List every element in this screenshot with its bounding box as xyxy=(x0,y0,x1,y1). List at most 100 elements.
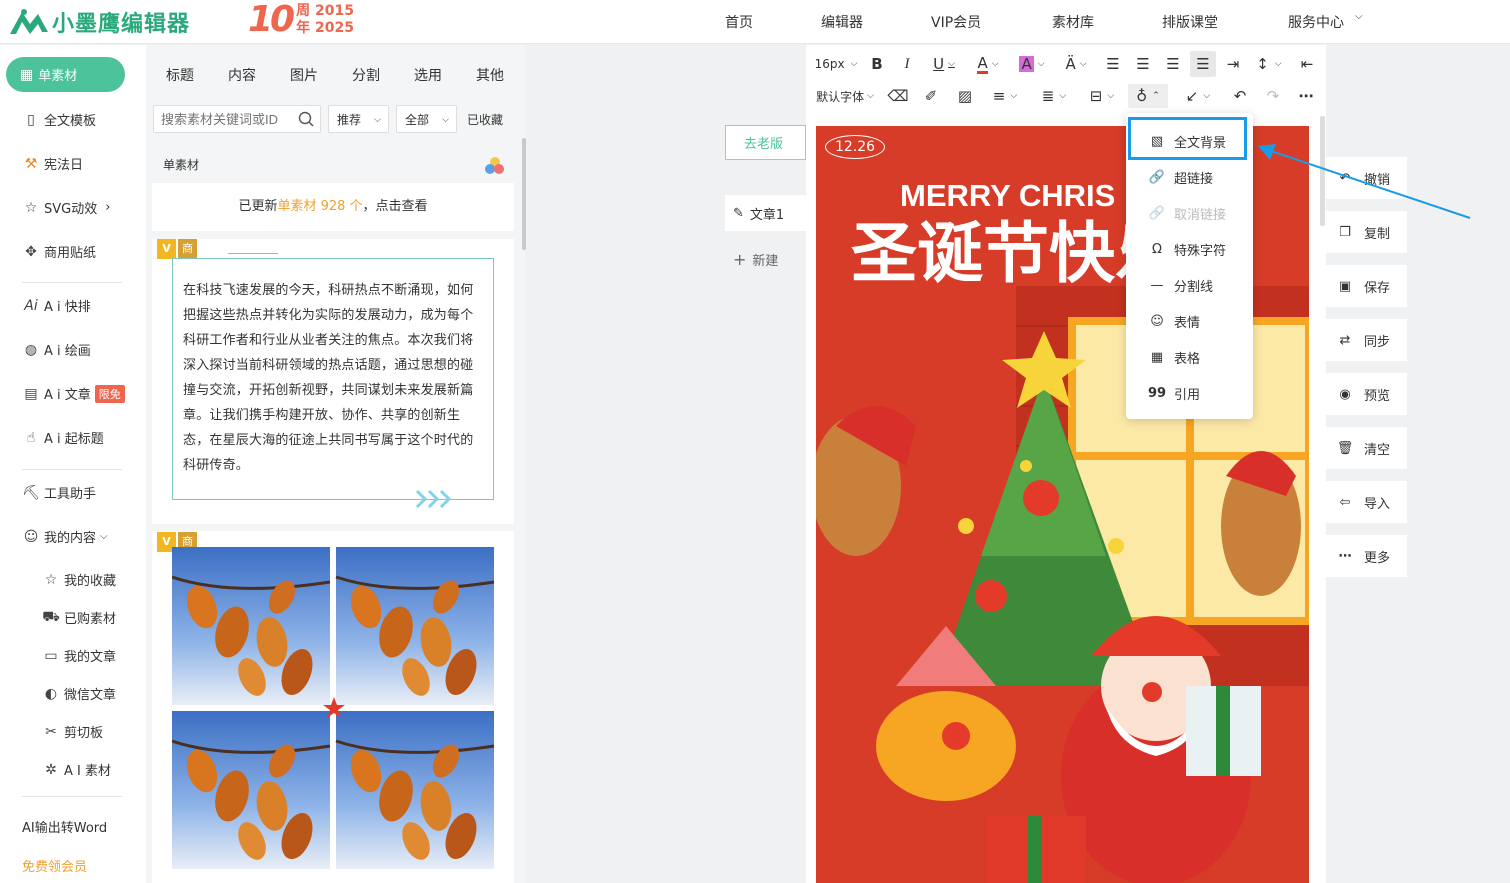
nav-vip[interactable]: VIP会员 xyxy=(931,12,981,32)
search-input[interactable] xyxy=(154,106,294,132)
highlight-color-icon[interactable]: A ⌵ xyxy=(1014,53,1050,75)
chevron-down-icon: ⌵ xyxy=(867,91,874,101)
nav-service[interactable]: 服务中心 xyxy=(1288,12,1344,32)
nav-editor[interactable]: 编辑器 xyxy=(821,12,863,32)
sidebar-item-constitution-day[interactable]: ⚒ 宪法日 xyxy=(22,154,83,174)
ai-to-word-link[interactable]: AI输出转Word xyxy=(22,817,107,836)
plus-icon: + xyxy=(733,249,747,269)
sidebar-item-ai-article[interactable]: ▤ A i 文章 限免 xyxy=(22,384,125,403)
image-icon[interactable]: ▨ xyxy=(954,85,976,107)
sidebar-item-ai-title[interactable]: ☝ A i 起标题 xyxy=(22,428,104,448)
tab-title[interactable]: 标题 xyxy=(166,65,194,85)
save-button[interactable]: ▣ 保存 xyxy=(1326,265,1407,307)
font-color-icon[interactable]: A ⌵ xyxy=(971,53,1005,75)
update-notice[interactable]: 已更新单素材 928 个，点击查看 xyxy=(152,183,514,231)
divider xyxy=(22,796,122,797)
sidebar-item-purchased[interactable]: ⛟ 已购素材 xyxy=(42,608,116,628)
paragraph-spacing-icon[interactable]: ≣ ⌵ xyxy=(1036,85,1072,107)
more-button[interactable]: ⋯ 更多 xyxy=(1326,535,1407,577)
sync-icon: ⇄ xyxy=(1339,332,1351,348)
line-height-icon[interactable]: ↕ ⌵ xyxy=(1252,53,1286,75)
recommend-select[interactable]: 推荐 ⌵ xyxy=(328,105,389,133)
insert-menu-toggle[interactable]: ♁ ⌃ xyxy=(1128,84,1168,108)
tab-other[interactable]: 其他 xyxy=(476,65,504,85)
clear-button[interactable]: 🗑 清空 xyxy=(1326,427,1407,469)
align-left-icon[interactable]: ☰ xyxy=(1102,53,1124,75)
sidebar-item-tools[interactable]: ⛏ 工具助手 xyxy=(22,483,96,503)
sidebar-item-svg-effects[interactable]: ☆ SVG动效 › xyxy=(22,198,111,218)
sample-paragraph: 在科技飞速发展的今天，科研热点不断涌现，如何把握这些热点并转化为实际的发展动力，… xyxy=(183,283,474,473)
material-card-text[interactable]: V 商 在科技飞速发展的今天，科研热点不断涌现，如何把握这些热点并转化为实际的发… xyxy=(152,239,514,524)
sidebar-item-full-template[interactable]: ▯ 全文模板 xyxy=(22,110,96,130)
italic-icon[interactable]: I xyxy=(897,53,917,75)
tab-content[interactable]: 内容 xyxy=(228,65,256,85)
tab-choice[interactable]: 选用 xyxy=(414,65,442,85)
edit-icon: ✎ xyxy=(733,205,744,221)
chevron-down-icon: ⌵ xyxy=(442,115,449,125)
category-select[interactable]: 全部 ⌵ xyxy=(396,105,457,133)
new-doc-button[interactable]: + 新建 xyxy=(725,241,806,277)
border-icon[interactable]: ⊟ ⌵ xyxy=(1084,85,1120,107)
favorites-filter[interactable]: 已收藏 xyxy=(467,111,503,128)
sidebar-item-my-content[interactable]: ☺ 我的内容 ⌵ xyxy=(22,527,108,547)
chevron-down-icon: ⌵ xyxy=(850,59,858,69)
pointer-icon: ☝ xyxy=(26,429,36,446)
free-vip-link[interactable]: 免费领会员 xyxy=(22,856,87,875)
nav-classroom[interactable]: 排版课堂 xyxy=(1162,12,1218,32)
font-size-select[interactable]: 16px ⌵ xyxy=(812,53,860,75)
nav-home[interactable]: 首页 xyxy=(725,12,753,32)
top-bar: 小墨鹰编辑器 10 周 2015 年 2025 首页 编辑器 VIP会员 素材库… xyxy=(0,0,1510,44)
logo[interactable]: 小墨鹰编辑器 xyxy=(8,4,190,40)
tab-divider[interactable]: 分割 xyxy=(352,65,380,85)
sidebar-item-ai-material[interactable]: ✲ A I 素材 xyxy=(42,760,111,780)
chevron-down-icon[interactable]: ⌵ xyxy=(1355,11,1363,22)
sidebar-item-my-articles[interactable]: ▭ 我的文章 xyxy=(42,646,116,666)
eraser-icon[interactable]: ⌫ xyxy=(887,85,909,107)
anniversary-number: 10 xyxy=(248,0,295,40)
sidebar-item-favorites[interactable]: ☆ 我的收藏 xyxy=(42,570,116,590)
sidebar-item-clipboard[interactable]: ✂ 剪切板 xyxy=(42,722,103,742)
sidebar-item-wechat-articles[interactable]: ◐ 微信文章 xyxy=(42,684,116,704)
arrow-icon[interactable]: ↙ ⌵ xyxy=(1180,85,1216,107)
format-brush-icon[interactable]: ✐ xyxy=(920,85,942,107)
undo-icon[interactable]: ↶ xyxy=(1229,85,1251,107)
bold-icon[interactable]: B xyxy=(867,53,887,75)
nav-materials[interactable]: 素材库 xyxy=(1052,12,1094,32)
text-effect-icon[interactable]: Ä ⌵ xyxy=(1059,53,1093,75)
menu-item-unlink[interactable]: 🔗 取消链接 xyxy=(1126,195,1253,231)
anniversary-line-1: 周 2015 xyxy=(296,3,354,19)
menu-item-table[interactable]: ▦ 表格 xyxy=(1126,339,1253,375)
sidebar-item-single-material[interactable]: ▦ 单素材 xyxy=(6,57,125,92)
material-card-image-grid[interactable]: V 商 xyxy=(152,531,514,883)
redo-icon[interactable]: ↷ xyxy=(1262,85,1284,107)
indent-icon[interactable]: ⇥ xyxy=(1222,53,1244,75)
menu-item-special-chars[interactable]: Ω 特殊字符 xyxy=(1126,231,1253,267)
align-center-icon[interactable]: ☰ xyxy=(1132,53,1154,75)
align-right-icon[interactable]: ☰ xyxy=(1162,53,1184,75)
search-icon[interactable] xyxy=(298,111,314,127)
spacing-icon[interactable]: ≡ ⌵ xyxy=(987,85,1023,107)
document-area xyxy=(526,45,806,883)
menu-item-hyperlink[interactable]: 🔗 超链接 xyxy=(1126,159,1253,195)
menu-item-emoji[interactable]: ☺ 表情 xyxy=(1126,303,1253,339)
align-justify-icon[interactable]: ☰ xyxy=(1190,51,1216,77)
import-button[interactable]: ⇦ 导入 xyxy=(1326,481,1407,523)
divider xyxy=(22,469,122,470)
gavel-icon: ⚒ xyxy=(24,155,38,172)
tab-image[interactable]: 图片 xyxy=(290,65,318,85)
preview-button[interactable]: ◉ 预览 xyxy=(1326,373,1407,415)
free-badge: 限免 xyxy=(94,384,125,403)
sidebar-item-ai-layout[interactable]: Ai A i 快排 xyxy=(22,296,91,316)
sidebar-item-ai-draw[interactable]: ◍ A i 绘画 xyxy=(22,340,91,360)
sidebar-item-stickers[interactable]: ✥ 商用贴纸 xyxy=(22,242,96,262)
old-version-button[interactable]: 去老版 xyxy=(725,125,806,160)
menu-item-quote[interactable]: 99 引用 xyxy=(1126,375,1253,411)
more-icon[interactable]: ⋯ xyxy=(1295,85,1317,107)
update-count-link[interactable]: 单素材 928 个 xyxy=(277,199,362,214)
menu-item-divider[interactable]: — 分割线 xyxy=(1126,267,1253,303)
underline-icon[interactable]: U ⌵ xyxy=(927,53,961,75)
exit-icon[interactable]: ⇤ xyxy=(1296,53,1318,75)
font-family-select[interactable]: 默认字体 ⌵ xyxy=(812,85,878,107)
doc-item[interactable]: ✎ 文章1 xyxy=(725,195,806,231)
sync-button[interactable]: ⇄ 同步 xyxy=(1326,319,1407,361)
